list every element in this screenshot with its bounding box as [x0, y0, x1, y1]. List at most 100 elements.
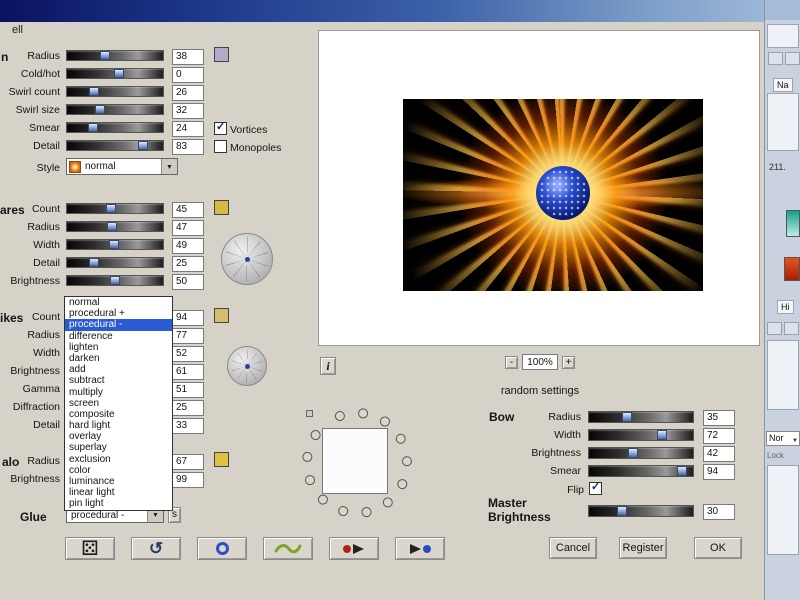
- slider-thumb[interactable]: [114, 69, 125, 78]
- blend-menu-item[interactable]: pin light: [65, 498, 172, 509]
- apply-blue-button[interactable]: [395, 537, 445, 560]
- random-dice-button[interactable]: ⚄: [65, 537, 115, 560]
- ok-button[interactable]: OK: [694, 537, 742, 559]
- flares-angle-knob[interactable]: [221, 233, 273, 285]
- zoom-out-button[interactable]: -: [505, 356, 518, 369]
- spikes-brightness-value[interactable]: 61: [172, 364, 204, 380]
- blend-menu-item[interactable]: difference: [65, 331, 172, 342]
- blend-menu-item[interactable]: darken: [65, 353, 172, 364]
- cancel-button[interactable]: Cancel: [549, 537, 597, 559]
- flares-brightness-value[interactable]: 50: [172, 274, 204, 290]
- foreground-color-swatch[interactable]: [786, 210, 800, 237]
- register-button[interactable]: Register: [619, 537, 667, 559]
- slider-thumb[interactable]: [110, 276, 120, 285]
- background-color-swatch[interactable]: [784, 257, 800, 281]
- bow-brightness-slider[interactable]: [588, 447, 694, 459]
- panel-icon-button[interactable]: [784, 322, 799, 335]
- blend-menu-item[interactable]: linear light: [65, 487, 172, 498]
- slider-thumb[interactable]: [617, 506, 628, 516]
- flares-brightness-slider[interactable]: [66, 275, 164, 286]
- blend-menu-item[interactable]: color: [65, 465, 172, 476]
- zoom-in-button[interactable]: +: [562, 356, 575, 369]
- spikes-width-value[interactable]: 52: [172, 346, 204, 362]
- style-dropdown[interactable]: normal ▼: [66, 158, 178, 175]
- sun-radius-slider[interactable]: [66, 50, 164, 61]
- blend-menu-item[interactable]: composite: [65, 409, 172, 420]
- blend-menu-item[interactable]: luminance: [65, 476, 172, 487]
- bow-brightness-value[interactable]: 42: [703, 446, 735, 462]
- sun-radius-value[interactable]: 38: [172, 49, 204, 65]
- flares-width-slider[interactable]: [66, 239, 164, 250]
- sun-coldhot-value[interactable]: 0: [172, 67, 204, 83]
- navigator-tab[interactable]: Na: [773, 78, 793, 92]
- chevron-down-icon[interactable]: ▼: [161, 159, 177, 174]
- blend-menu-item[interactable]: overlay: [65, 431, 172, 442]
- sun-smear-value[interactable]: 24: [172, 121, 204, 137]
- flip-checkbox[interactable]: ✓: [589, 481, 602, 495]
- spikes-color-swatch[interactable]: [214, 308, 229, 323]
- slider-thumb[interactable]: [88, 258, 99, 267]
- bow-radius-slider[interactable]: [588, 411, 694, 423]
- spikes-gamma-value[interactable]: 51: [172, 382, 204, 398]
- sun-smear-slider[interactable]: [66, 122, 164, 133]
- blend-menu-item[interactable]: normal: [65, 297, 172, 308]
- blend-menu-item-selected[interactable]: procedural -: [65, 319, 172, 331]
- blend-menu-item[interactable]: lighten: [65, 342, 172, 353]
- wave-button[interactable]: [263, 537, 313, 560]
- history-tab[interactable]: Hi: [777, 300, 794, 314]
- sun-detail-slider[interactable]: [66, 140, 164, 151]
- sun-color-swatch[interactable]: [214, 47, 229, 62]
- spikes-angle-knob[interactable]: [227, 346, 267, 386]
- spikes-detail-value[interactable]: 33: [172, 418, 204, 434]
- window-titlebar[interactable]: [0, 0, 764, 22]
- blend-menu-item[interactable]: procedural +: [65, 308, 172, 319]
- position-preview-box[interactable]: [322, 428, 388, 494]
- panel-icon-button[interactable]: [785, 52, 800, 65]
- flares-radius-value[interactable]: 47: [172, 220, 204, 236]
- slider-thumb[interactable]: [94, 105, 105, 114]
- slider-thumb[interactable]: [621, 412, 632, 422]
- flares-radius-slider[interactable]: [66, 221, 164, 232]
- sun-swirlcount-value[interactable]: 26: [172, 85, 204, 101]
- bow-width-value[interactable]: 72: [703, 428, 735, 444]
- apply-red-button[interactable]: [329, 537, 379, 560]
- halo-color-swatch[interactable]: [214, 452, 229, 467]
- blend-menu-item[interactable]: multiply: [65, 387, 172, 398]
- flares-count-value[interactable]: 45: [172, 202, 204, 218]
- slider-thumb[interactable]: [677, 466, 688, 476]
- master-brightness-value[interactable]: 30: [703, 504, 735, 520]
- blend-menu-item[interactable]: subtract: [65, 375, 172, 386]
- bow-smear-slider[interactable]: [588, 465, 694, 477]
- zoom-level[interactable]: 100%: [522, 354, 558, 370]
- spikes-diffraction-value[interactable]: 25: [172, 400, 204, 416]
- reset-circle-button[interactable]: [197, 537, 247, 560]
- spikes-radius-value[interactable]: 77: [172, 328, 204, 344]
- halo-brightness-value[interactable]: 99: [172, 472, 204, 488]
- bow-smear-value[interactable]: 94: [703, 464, 735, 480]
- slider-thumb[interactable]: [105, 204, 116, 213]
- spikes-count-value[interactable]: 94: [172, 310, 204, 326]
- slider-thumb[interactable]: [89, 87, 100, 96]
- sun-coldhot-slider[interactable]: [66, 68, 164, 79]
- info-button[interactable]: i: [320, 357, 336, 375]
- flares-detail-slider[interactable]: [66, 257, 164, 268]
- sun-detail-value[interactable]: 83: [172, 139, 204, 155]
- blend-menu-item[interactable]: screen: [65, 398, 172, 409]
- halo-radius-value[interactable]: 67: [172, 454, 204, 470]
- slider-thumb[interactable]: [87, 123, 98, 132]
- slider-thumb[interactable]: [107, 222, 118, 231]
- flares-count-slider[interactable]: [66, 203, 164, 214]
- blend-menu-item[interactable]: add: [65, 364, 172, 375]
- sun-swirlcount-slider[interactable]: [66, 86, 164, 97]
- sun-swirlsize-slider[interactable]: [66, 104, 164, 115]
- blend-menu-item[interactable]: superlay: [65, 442, 172, 453]
- flares-width-value[interactable]: 49: [172, 238, 204, 254]
- blend-menu-item[interactable]: hard light: [65, 420, 172, 431]
- undo-button[interactable]: ↺: [131, 537, 181, 560]
- flares-color-swatch[interactable]: [214, 200, 229, 215]
- slider-thumb[interactable]: [99, 51, 110, 60]
- slider-thumb[interactable]: [656, 430, 667, 440]
- master-brightness-slider[interactable]: [588, 505, 694, 517]
- blend-menu-item[interactable]: exclusion: [65, 454, 172, 465]
- slider-thumb[interactable]: [628, 448, 639, 458]
